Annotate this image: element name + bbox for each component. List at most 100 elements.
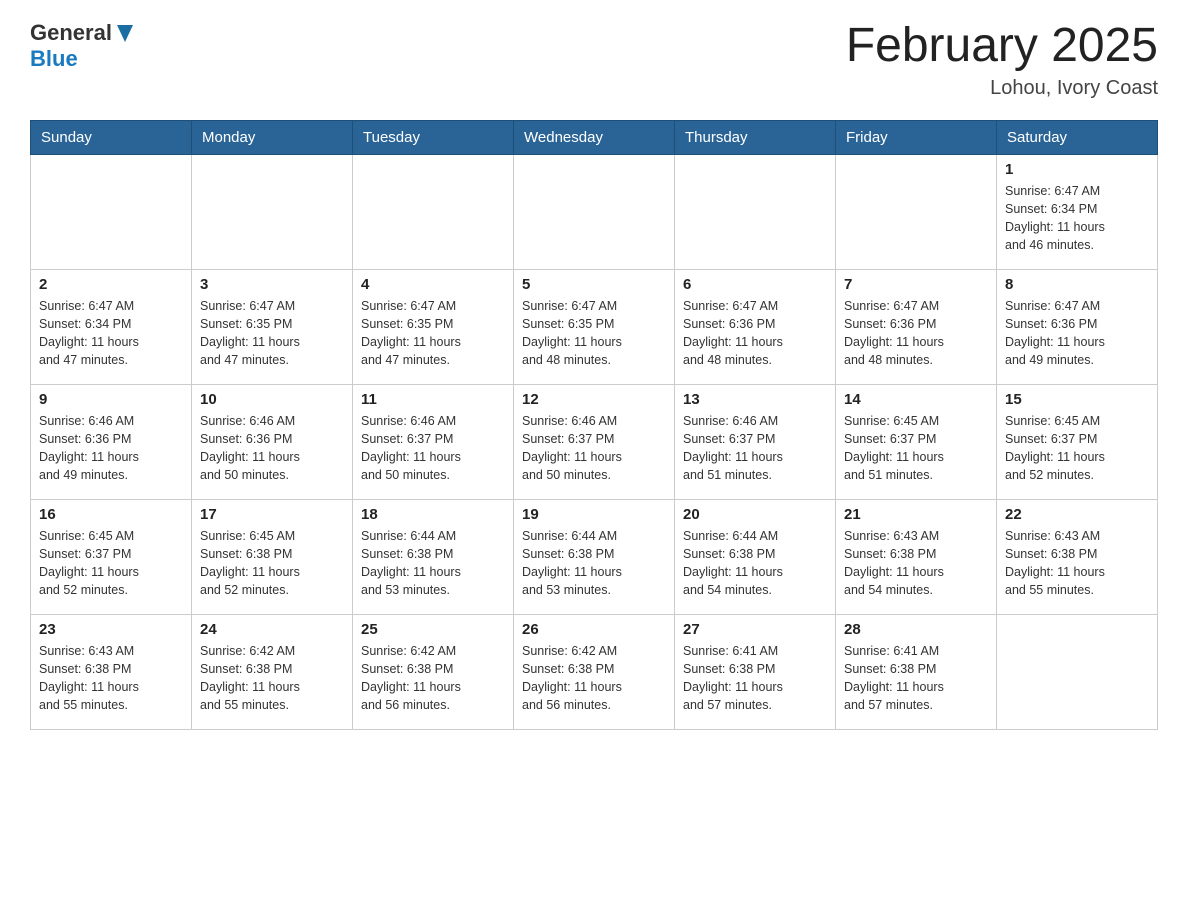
day-info: Sunrise: 6:45 AMSunset: 6:37 PMDaylight:… — [1005, 412, 1149, 485]
calendar-day-cell: 22 Sunrise: 6:43 AMSunset: 6:38 PMDayligh… — [997, 499, 1158, 614]
day-number: 12 — [522, 391, 666, 408]
day-number: 14 — [844, 391, 988, 408]
day-number: 17 — [200, 506, 344, 523]
logo-arrow-icon — [114, 22, 136, 44]
calendar-day-cell: 14 Sunrise: 6:45 AMSunset: 6:37 PMDayligh… — [836, 384, 997, 499]
day-number: 22 — [1005, 506, 1149, 523]
calendar-day-cell: 2 Sunrise: 6:47 AMSunset: 6:34 PMDaylight… — [31, 269, 192, 384]
logo-blue-text: Blue — [30, 46, 78, 71]
calendar-day-cell: 23 Sunrise: 6:43 AMSunset: 6:38 PMDayligh… — [31, 614, 192, 729]
day-info: Sunrise: 6:44 AMSunset: 6:38 PMDaylight:… — [361, 527, 505, 600]
calendar-day-cell: 15 Sunrise: 6:45 AMSunset: 6:37 PMDayligh… — [997, 384, 1158, 499]
calendar-header-row: SundayMondayTuesdayWednesdayThursdayFrid… — [31, 120, 1158, 154]
day-number: 2 — [39, 276, 183, 293]
calendar-week-row: 23 Sunrise: 6:43 AMSunset: 6:38 PMDayligh… — [31, 614, 1158, 729]
day-number: 10 — [200, 391, 344, 408]
calendar-day-cell: 9 Sunrise: 6:46 AMSunset: 6:36 PMDaylight… — [31, 384, 192, 499]
calendar-day-cell: 6Sunrise: 6:47 AMSunset: 6:36 PMDaylight… — [675, 269, 836, 384]
day-number: 21 — [844, 506, 988, 523]
calendar-day-cell: 26 Sunrise: 6:42 AMSunset: 6:38 PMDayligh… — [514, 614, 675, 729]
calendar-day-cell: 19Sunrise: 6:44 AMSunset: 6:38 PMDayligh… — [514, 499, 675, 614]
day-number: 28 — [844, 621, 988, 638]
day-info: Sunrise: 6:42 AMSunset: 6:38 PMDaylight:… — [522, 642, 666, 715]
day-number: 20 — [683, 506, 827, 523]
day-info: Sunrise: 6:41 AMSunset: 6:38 PMDaylight:… — [844, 642, 988, 715]
calendar-week-row: 1 Sunrise: 6:47 AMSunset: 6:34 PMDaylight… — [31, 154, 1158, 269]
calendar-week-row: 16 Sunrise: 6:45 AMSunset: 6:37 PMDayligh… — [31, 499, 1158, 614]
calendar-day-cell — [192, 154, 353, 269]
calendar-day-cell — [353, 154, 514, 269]
calendar-day-cell: 12 Sunrise: 6:46 AMSunset: 6:37 PMDayligh… — [514, 384, 675, 499]
day-number: 27 — [683, 621, 827, 638]
calendar-day-cell — [997, 614, 1158, 729]
day-number: 11 — [361, 391, 505, 408]
day-number: 6 — [683, 276, 827, 293]
day-info: Sunrise: 6:42 AMSunset: 6:38 PMDaylight:… — [361, 642, 505, 715]
calendar-week-row: 9 Sunrise: 6:46 AMSunset: 6:36 PMDaylight… — [31, 384, 1158, 499]
calendar-day-cell: 16 Sunrise: 6:45 AMSunset: 6:37 PMDayligh… — [31, 499, 192, 614]
weekday-header-monday: Monday — [192, 120, 353, 154]
day-info: Sunrise: 6:46 AMSunset: 6:36 PMDaylight:… — [200, 412, 344, 485]
logo-general-text: General — [30, 20, 112, 46]
logo: General Blue — [30, 20, 136, 72]
calendar-day-cell: 17 Sunrise: 6:45 AMSunset: 6:38 PMDayligh… — [192, 499, 353, 614]
day-info: Sunrise: 6:46 AMSunset: 6:37 PMDaylight:… — [522, 412, 666, 485]
month-title: February 2025 — [846, 20, 1158, 73]
weekday-header-sunday: Sunday — [31, 120, 192, 154]
day-info: Sunrise: 6:45 AMSunset: 6:37 PMDaylight:… — [844, 412, 988, 485]
day-info: Sunrise: 6:41 AMSunset: 6:38 PMDaylight:… — [683, 642, 827, 715]
calendar-day-cell: 25 Sunrise: 6:42 AMSunset: 6:38 PMDayligh… — [353, 614, 514, 729]
calendar-day-cell: 5 Sunrise: 6:47 AMSunset: 6:35 PMDaylight… — [514, 269, 675, 384]
calendar-day-cell: 18Sunrise: 6:44 AMSunset: 6:38 PMDayligh… — [353, 499, 514, 614]
title-block: February 2025 Lohou, Ivory Coast — [846, 20, 1158, 100]
weekday-header-tuesday: Tuesday — [353, 120, 514, 154]
weekday-header-saturday: Saturday — [997, 120, 1158, 154]
weekday-header-thursday: Thursday — [675, 120, 836, 154]
day-info: Sunrise: 6:42 AMSunset: 6:38 PMDaylight:… — [200, 642, 344, 715]
calendar-day-cell: 3 Sunrise: 6:47 AMSunset: 6:35 PMDaylight… — [192, 269, 353, 384]
day-number: 25 — [361, 621, 505, 638]
day-info: Sunrise: 6:47 AMSunset: 6:36 PMDaylight:… — [844, 297, 988, 370]
day-number: 7 — [844, 276, 988, 293]
day-number: 9 — [39, 391, 183, 408]
calendar-day-cell: 1 Sunrise: 6:47 AMSunset: 6:34 PMDaylight… — [997, 154, 1158, 269]
day-info: Sunrise: 6:47 AMSunset: 6:34 PMDaylight:… — [39, 297, 183, 370]
day-number: 13 — [683, 391, 827, 408]
calendar-day-cell: 7 Sunrise: 6:47 AMSunset: 6:36 PMDaylight… — [836, 269, 997, 384]
calendar-day-cell — [514, 154, 675, 269]
day-info: Sunrise: 6:47 AMSunset: 6:35 PMDaylight:… — [522, 297, 666, 370]
day-info: Sunrise: 6:47 AMSunset: 6:36 PMDaylight:… — [1005, 297, 1149, 370]
calendar-day-cell: 21Sunrise: 6:43 AMSunset: 6:38 PMDayligh… — [836, 499, 997, 614]
day-number: 15 — [1005, 391, 1149, 408]
day-info: Sunrise: 6:43 AMSunset: 6:38 PMDaylight:… — [1005, 527, 1149, 600]
calendar-day-cell — [675, 154, 836, 269]
calendar-day-cell: 8 Sunrise: 6:47 AMSunset: 6:36 PMDaylight… — [997, 269, 1158, 384]
weekday-header-friday: Friday — [836, 120, 997, 154]
day-number: 23 — [39, 621, 183, 638]
day-info: Sunrise: 6:45 AMSunset: 6:37 PMDaylight:… — [39, 527, 183, 600]
day-number: 1 — [1005, 161, 1149, 178]
calendar-day-cell: 27 Sunrise: 6:41 AMSunset: 6:38 PMDayligh… — [675, 614, 836, 729]
calendar-day-cell — [836, 154, 997, 269]
weekday-header-wednesday: Wednesday — [514, 120, 675, 154]
calendar-day-cell — [31, 154, 192, 269]
day-info: Sunrise: 6:44 AMSunset: 6:38 PMDaylight:… — [683, 527, 827, 600]
day-info: Sunrise: 6:43 AMSunset: 6:38 PMDaylight:… — [39, 642, 183, 715]
day-info: Sunrise: 6:47 AMSunset: 6:35 PMDaylight:… — [361, 297, 505, 370]
day-info: Sunrise: 6:45 AMSunset: 6:38 PMDaylight:… — [200, 527, 344, 600]
location-subtitle: Lohou, Ivory Coast — [846, 77, 1158, 100]
day-number: 16 — [39, 506, 183, 523]
day-info: Sunrise: 6:46 AMSunset: 6:36 PMDaylight:… — [39, 412, 183, 485]
day-number: 4 — [361, 276, 505, 293]
day-number: 3 — [200, 276, 344, 293]
day-number: 8 — [1005, 276, 1149, 293]
day-number: 5 — [522, 276, 666, 293]
day-number: 26 — [522, 621, 666, 638]
day-info: Sunrise: 6:47 AMSunset: 6:35 PMDaylight:… — [200, 297, 344, 370]
day-info: Sunrise: 6:47 AMSunset: 6:34 PMDaylight:… — [1005, 182, 1149, 255]
day-info: Sunrise: 6:44 AMSunset: 6:38 PMDaylight:… — [522, 527, 666, 600]
calendar-week-row: 2 Sunrise: 6:47 AMSunset: 6:34 PMDaylight… — [31, 269, 1158, 384]
calendar-day-cell: 10 Sunrise: 6:46 AMSunset: 6:36 PMDayligh… — [192, 384, 353, 499]
calendar-day-cell: 28 Sunrise: 6:41 AMSunset: 6:38 PMDayligh… — [836, 614, 997, 729]
page-header: General Blue February 2025 Lohou, Ivory … — [30, 20, 1158, 100]
